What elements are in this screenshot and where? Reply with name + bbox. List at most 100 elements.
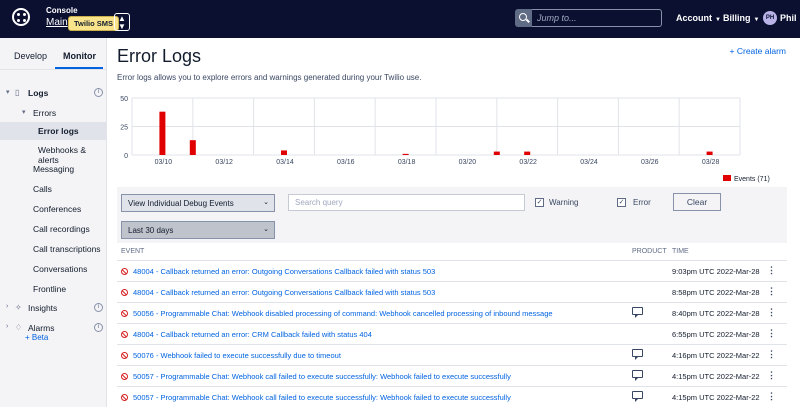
sidebar: Develop Monitor ▾ ▯ Logs i ▾ Errors Erro… [0,38,107,407]
sidebar-item-conversations[interactable]: Conversations [0,260,107,278]
console-label: Console [46,6,78,15]
sidebar-item-label: Error logs [38,126,79,136]
chart-bar[interactable] [706,151,713,155]
chat-icon [632,389,643,402]
sidebar-item-conferences[interactable]: Conferences [0,200,107,218]
legend-swatch [723,175,731,181]
sidebar-item-call-transcriptions[interactable]: Call transcriptions [0,240,107,258]
sidebar-item-errors[interactable]: ▾ Errors [0,104,107,122]
sidebar-item-call-recordings[interactable]: Call recordings [0,220,107,238]
sidebar-item-label: Alarms [28,323,55,333]
jump-to-input[interactable] [532,9,662,27]
sidebar-item-label: Errors [33,108,57,118]
x-tick-label: 03/18 [398,159,416,166]
clear-button[interactable]: Clear [673,193,721,211]
warning-checkbox[interactable]: ✓ [535,198,544,207]
error-checkbox[interactable]: ✓ [617,198,626,207]
avatar[interactable]: PH [763,11,777,25]
event-time: 4:15pm UTC 2022-Mar-22 [672,393,760,402]
debug-events-select-value: View Individual Debug Events [128,199,234,208]
kebab-menu-icon[interactable]: ⋮ [767,370,776,381]
info-icon[interactable]: i [94,303,103,312]
kebab-menu-icon[interactable]: ⋮ [767,328,776,339]
chevron-right-icon: › [6,323,9,330]
filter-panel: View Individual Debug Events ⌄ ✓ Warning… [117,187,787,243]
event-link[interactable]: 48004 - Callback returned an error: Outg… [133,267,435,276]
chart-bar[interactable] [189,140,196,155]
project-switcher-icon[interactable]: ▲ ▼ [114,13,130,31]
main-content: Error Logs + Create alarm Error logs all… [107,38,800,407]
chevron-down-icon: ▼ [753,17,760,23]
sidebar-item-insights[interactable]: › ✧ Insights i [0,299,107,317]
table-row[interactable]: 48004 - Callback returned an error: Outg… [117,281,787,302]
event-time: 8:40pm UTC 2022-Mar-28 [672,309,760,318]
date-range-select[interactable]: Last 30 days ⌄ [121,221,275,239]
table-row[interactable]: 50076 - Webhook failed to execute succes… [117,344,787,365]
info-icon[interactable]: i [94,88,103,97]
sidebar-item-label: Frontline [33,284,67,294]
page-description: Error logs allows you to explore errors … [117,73,422,82]
tab-monitor[interactable]: Monitor [63,51,96,61]
user-menu-label: Phil [780,13,797,23]
book-icon: ▯ [15,88,20,97]
sidebar-item-frontline[interactable]: Frontline [0,280,107,298]
error-icon [121,373,128,380]
sidebar-item-webhooks-alerts[interactable]: Webhooks & alerts [0,141,107,165]
sidebar-item-alarms[interactable]: › ♢ Alarms i [0,319,107,337]
kebab-menu-icon[interactable]: ⋮ [767,349,776,360]
search-icon[interactable] [515,9,532,27]
error-icon [121,268,128,275]
event-link[interactable]: 50057 - Programmable Chat: Webhook call … [133,372,511,381]
kebab-menu-icon[interactable]: ⋮ [767,307,776,318]
search-query-input[interactable] [288,194,525,211]
kebab-menu-icon[interactable]: ⋮ [767,391,776,402]
chart-bar[interactable] [159,111,166,155]
event-link[interactable]: 48004 - Callback returned an error: Outg… [133,288,435,297]
chart-bar[interactable] [524,151,531,155]
event-link[interactable]: 48004 - Callback returned an error: CRM … [133,330,372,339]
error-label: Error [633,198,651,207]
account-menu[interactable]: Account ▼ [676,13,721,23]
error-icon [121,331,128,338]
x-tick-label: 03/28 [702,159,720,166]
x-tick-label: 03/10 [155,159,173,166]
event-link[interactable]: 50057 - Programmable Chat: Webhook call … [133,393,511,402]
sidebar-item-calls[interactable]: Calls [0,180,107,198]
sidebar-item-label: Logs [28,88,49,98]
sidebar-item-label: Messaging [33,164,75,174]
table-row[interactable]: 48004 - Callback returned an error: Outg… [117,260,787,281]
warning-label: Warning [549,198,579,207]
user-menu[interactable]: Phil [780,13,797,23]
twilio-logo-icon[interactable] [12,8,30,26]
sidebar-item-logs[interactable]: ▾ ▯ Logs i [0,84,107,102]
chart-bar[interactable] [402,153,409,155]
project-badge: Twilio SMS [68,16,120,31]
billing-menu[interactable]: Billing ▼ [723,13,759,23]
event-link[interactable]: 50076 - Webhook failed to execute succes… [133,351,341,360]
event-link[interactable]: 50056 - Programmable Chat: Webhook disab… [133,309,553,318]
column-header-event: EVENT [121,248,145,255]
billing-menu-label: Billing [723,13,751,23]
sidebar-item-label: Conferences [33,204,82,214]
account-link[interactable]: Main [46,17,68,28]
sidebar-tabs: Develop Monitor [0,38,107,70]
create-alarm-link[interactable]: + Create alarm [730,46,786,56]
info-icon[interactable]: i [94,323,103,332]
event-time: 4:15pm UTC 2022-Mar-22 [672,372,760,381]
chart-bar[interactable] [281,150,287,155]
tab-underline [55,67,103,69]
table-row[interactable]: 48004 - Callback returned an error: CRM … [117,323,787,344]
kebab-menu-icon[interactable]: ⋮ [767,286,776,297]
sidebar-item-messaging[interactable]: Messaging [0,160,107,178]
table-row[interactable]: 50056 - Programmable Chat: Webhook disab… [117,302,787,323]
sidebar-item-error-logs[interactable]: Error logs [0,122,107,140]
table-row[interactable]: 50057 - Programmable Chat: Webhook call … [117,386,787,407]
table-row[interactable]: 50057 - Programmable Chat: Webhook call … [117,365,787,386]
debug-events-select[interactable]: View Individual Debug Events ⌄ [121,194,275,212]
page-title: Error Logs [117,46,202,66]
kebab-menu-icon[interactable]: ⋮ [767,265,776,276]
error-icon [121,289,128,296]
column-header-time: TIME [672,248,689,255]
tab-develop[interactable]: Develop [14,51,47,61]
chart-bar[interactable] [493,151,500,155]
